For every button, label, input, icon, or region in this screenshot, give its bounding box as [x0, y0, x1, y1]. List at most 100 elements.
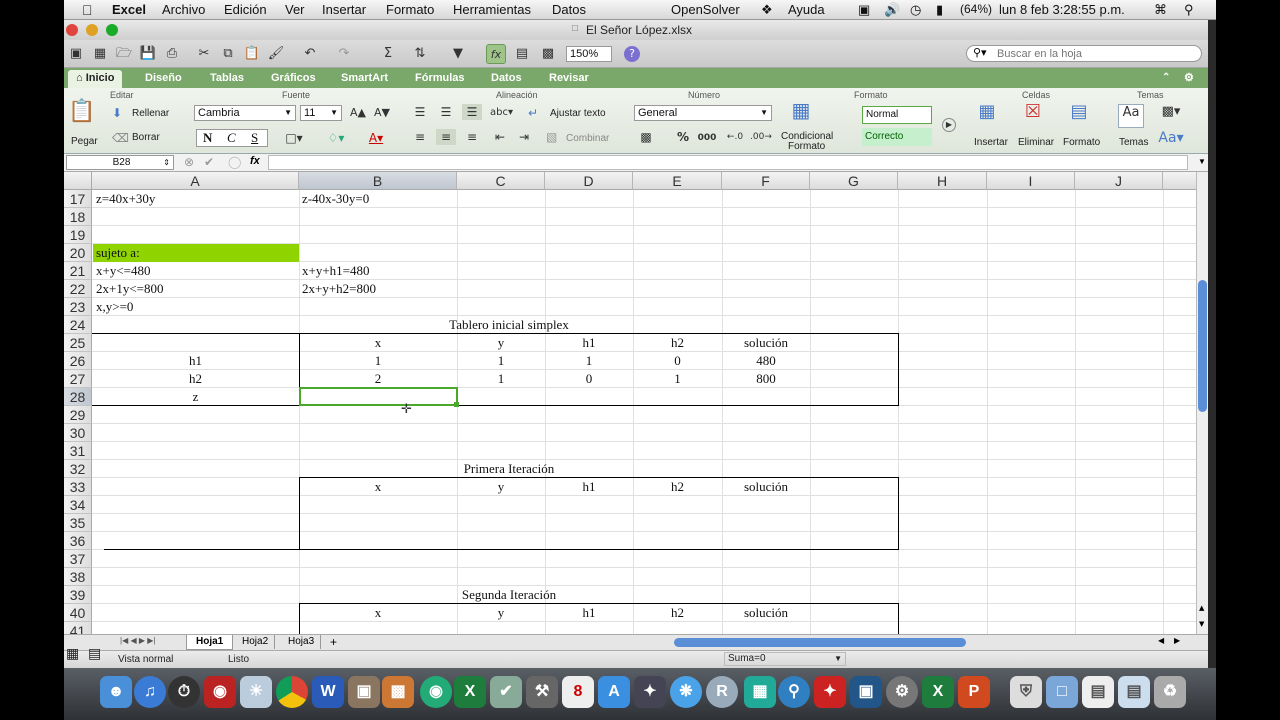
merge-button[interactable]: Combinar: [566, 133, 609, 144]
cell-b22[interactable]: 2x+y+h2=800: [302, 280, 376, 298]
cancel-icon[interactable]: ◯: [228, 155, 241, 169]
minimize-window-button[interactable]: [86, 24, 98, 36]
row-header-23[interactable]: 23: [64, 298, 92, 316]
redo-icon[interactable]: ↷: [334, 44, 354, 64]
excel-2-icon[interactable]: X: [922, 676, 954, 708]
name-box[interactable]: B28 ⇕: [66, 155, 174, 170]
cell-f26[interactable]: 480: [722, 352, 810, 370]
horizontal-scroll-thumb[interactable]: [674, 638, 966, 647]
menu-ver[interactable]: Ver: [285, 2, 305, 17]
add-sheet-icon[interactable]: +: [330, 635, 337, 649]
sort-icon[interactable]: ⇅: [410, 44, 430, 64]
align-bottom-icon[interactable]: ☰: [462, 104, 482, 120]
row-header-34[interactable]: 34: [64, 496, 92, 514]
percent-button[interactable]: %: [674, 129, 692, 145]
calendar-icon[interactable]: 8: [562, 676, 594, 708]
cell-d26[interactable]: 1: [545, 352, 633, 370]
fill-handle[interactable]: [454, 402, 459, 407]
title-primera-iteracion[interactable]: Primera Iteración: [399, 460, 619, 478]
column-header-a[interactable]: A: [92, 172, 299, 190]
cell-b26[interactable]: 1: [299, 352, 457, 370]
row-header-30[interactable]: 30: [64, 424, 92, 442]
row-header-25[interactable]: 25: [64, 334, 92, 352]
menubar-clock[interactable]: lun 8 feb 3:28:55 p.m.: [999, 2, 1125, 17]
column-header-f[interactable]: F: [722, 172, 810, 190]
display-icon[interactable]: ▣: [858, 2, 870, 18]
menu-datos[interactable]: Datos: [552, 2, 586, 17]
cell-a17[interactable]: z=40x+30y: [96, 190, 155, 208]
sheet-nav-icons[interactable]: |◀ ◀ ▶ ▶|: [120, 636, 155, 645]
styles-more-icon[interactable]: ▶: [942, 118, 956, 132]
row-header-36[interactable]: 36: [64, 532, 92, 550]
insert-cells-button[interactable]: Insertar: [974, 137, 1008, 148]
powerpoint-icon[interactable]: P: [958, 676, 990, 708]
column-header-k[interactable]: [1163, 172, 1196, 190]
search-field[interactable]: ⚲▾: [966, 45, 1202, 62]
row-header-33[interactable]: 33: [64, 478, 92, 496]
sum-indicator[interactable]: Suma=0 ▼: [724, 652, 846, 666]
print-icon[interactable]: ⎙: [162, 44, 182, 64]
applications-folder-icon[interactable]: □: [1046, 676, 1078, 708]
font-color-icon[interactable]: A▾: [362, 130, 390, 146]
column-header-c[interactable]: C: [457, 172, 545, 190]
tab-diseno[interactable]: Diseño: [145, 70, 182, 88]
scroll-down-icon[interactable]: ▼: [1199, 620, 1204, 628]
cell-e26[interactable]: 0: [633, 352, 722, 370]
text-orientation-icon[interactable]: abc▾: [490, 105, 513, 121]
borders-icon[interactable]: □▾: [280, 130, 308, 146]
row-header-24[interactable]: 24: [64, 316, 92, 334]
fill-button[interactable]: Rellenar: [132, 108, 169, 119]
finder-icon[interactable]: ☻: [100, 676, 132, 708]
preview-icon[interactable]: ▣: [348, 676, 380, 708]
themes-button[interactable]: Temas: [1119, 137, 1148, 148]
row-header-18[interactable]: 18: [64, 208, 92, 226]
column-header-i[interactable]: I: [987, 172, 1075, 190]
format-painter-icon[interactable]: 🖌: [266, 44, 286, 64]
row-header-39[interactable]: 39: [64, 586, 92, 604]
title-tablero-inicial[interactable]: Tablero inicial simplex: [399, 316, 619, 334]
virtualbox-icon[interactable]: ▣: [850, 676, 882, 708]
formula-builder-icon[interactable]: fx: [486, 44, 506, 64]
tab-inicio[interactable]: ⌂ Inicio: [68, 70, 123, 88]
cell-b21[interactable]: x+y+h1=480: [302, 262, 370, 280]
header-y[interactable]: y: [457, 334, 545, 352]
formula-expand-icon[interactable]: ▼: [1198, 157, 1206, 166]
excel-icon[interactable]: X: [454, 676, 486, 708]
sheet-tab-hoja3[interactable]: Hoja3: [282, 635, 322, 649]
s-header-y[interactable]: y: [457, 604, 545, 622]
search-input[interactable]: [997, 47, 1193, 60]
itunes-icon[interactable]: ♫: [134, 676, 166, 708]
dashboard-icon[interactable]: ⏱: [168, 676, 200, 708]
battery-icon[interactable]: ▮: [936, 2, 943, 18]
word-icon[interactable]: W: [312, 676, 344, 708]
header-solucion[interactable]: solución: [722, 334, 810, 352]
column-header-d[interactable]: D: [545, 172, 633, 190]
align-left-icon[interactable]: ≡: [410, 129, 430, 145]
row-header-27[interactable]: 27: [64, 370, 92, 388]
media-browser-icon[interactable]: ▩: [538, 44, 558, 64]
p-header-h2[interactable]: h2: [633, 478, 722, 496]
format-cells-button[interactable]: Formato: [1063, 137, 1100, 148]
row-header-19[interactable]: 19: [64, 226, 92, 244]
trash-icon[interactable]: ♻: [1154, 676, 1186, 708]
theme-fonts-icon[interactable]: Aa▾: [1158, 130, 1184, 146]
row-header-22[interactable]: 22: [64, 280, 92, 298]
thousands-button[interactable]: 000: [696, 130, 718, 146]
delete-cells-button[interactable]: Eliminar: [1018, 137, 1054, 148]
p-header-y[interactable]: y: [457, 478, 545, 496]
number-format-select[interactable]: General ▼: [634, 105, 772, 121]
zoom-select[interactable]: 150%: [566, 46, 612, 62]
decrease-indent-icon[interactable]: ⇤: [490, 129, 510, 145]
row-label-h1[interactable]: h1: [92, 352, 299, 370]
cell-a21[interactable]: x+y<=480: [96, 262, 151, 280]
apple-icon[interactable]: : [82, 2, 93, 18]
tab-datos[interactable]: Datos: [491, 70, 522, 88]
page-layout-icon[interactable]: ▤: [88, 645, 101, 662]
row-label-z[interactable]: z: [92, 388, 299, 406]
filter-icon[interactable]: ▼: [448, 44, 468, 64]
globe-app-icon[interactable]: ◉: [420, 676, 452, 708]
cell-d27[interactable]: 0: [545, 370, 633, 388]
menu-insertar[interactable]: Insertar: [322, 2, 366, 17]
toolbox-icon[interactable]: ▤: [512, 44, 532, 64]
decrease-font-icon[interactable]: A▼: [372, 105, 392, 121]
